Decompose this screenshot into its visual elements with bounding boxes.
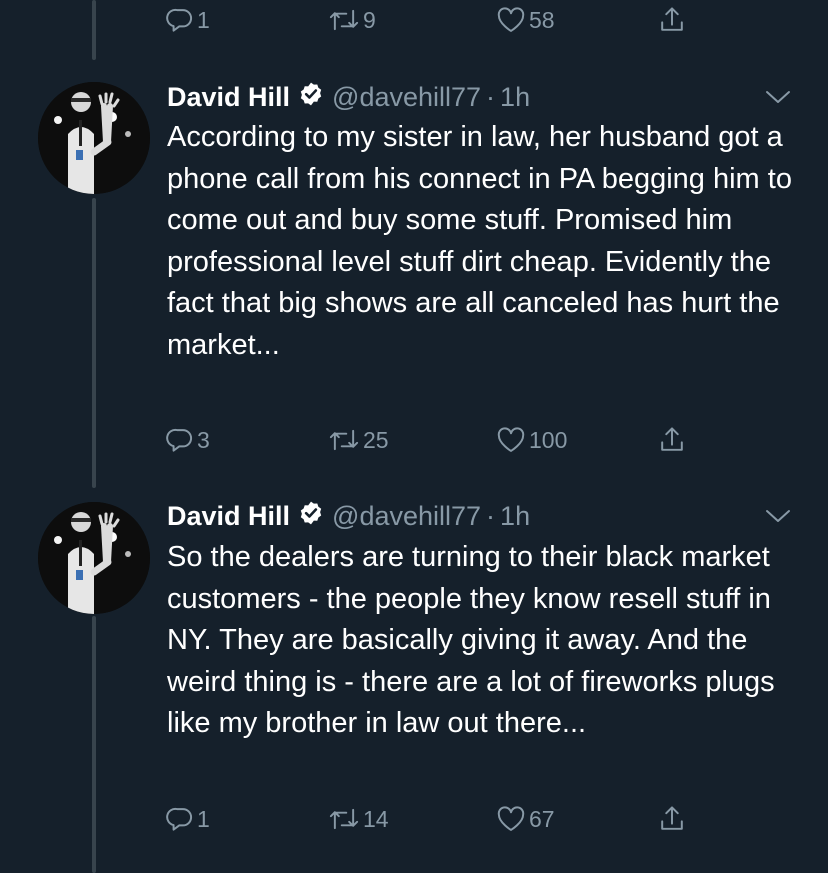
heart-icon bbox=[496, 805, 526, 833]
like-count: 67 bbox=[529, 805, 555, 832]
thread-line-top bbox=[92, 0, 96, 60]
like-button[interactable]: 67 bbox=[496, 799, 555, 839]
share-icon bbox=[658, 5, 686, 35]
share-button[interactable] bbox=[658, 420, 686, 460]
retweet-count: 25 bbox=[363, 426, 389, 453]
retweet-icon bbox=[328, 805, 360, 833]
chevron-down-icon bbox=[764, 91, 792, 111]
like-button[interactable]: 100 bbox=[496, 420, 567, 460]
reply-count: 1 bbox=[197, 805, 210, 832]
reply-button[interactable]: 3 bbox=[166, 420, 210, 460]
reply-button[interactable]: 1 bbox=[166, 0, 210, 40]
chevron-down-icon bbox=[764, 510, 792, 530]
timestamp[interactable]: 1h bbox=[500, 82, 530, 113]
tweet-menu-button[interactable] bbox=[764, 506, 792, 526]
avatar[interactable] bbox=[38, 502, 150, 614]
thread-line-bottom bbox=[92, 616, 96, 873]
tweet-actions: 3 25 100 bbox=[166, 420, 706, 460]
retweet-button[interactable]: 9 bbox=[328, 0, 376, 40]
heart-icon bbox=[496, 6, 526, 34]
author-name[interactable]: David Hill bbox=[167, 82, 290, 113]
like-count: 58 bbox=[529, 6, 555, 33]
tweet-text: So the dealers are turning to their blac… bbox=[167, 541, 775, 739]
tweet-header: David Hill @davehill77 · 1h bbox=[167, 80, 530, 114]
tweet-text: According to my sister in law, her husba… bbox=[167, 121, 792, 361]
retweet-button[interactable]: 25 bbox=[328, 420, 389, 460]
retweet-count: 9 bbox=[363, 6, 376, 33]
tweet-header: David Hill @davehill77 · 1h bbox=[167, 499, 530, 533]
reply-icon bbox=[166, 426, 194, 454]
author-name[interactable]: David Hill bbox=[167, 501, 290, 532]
heart-icon bbox=[496, 426, 526, 454]
share-icon bbox=[658, 804, 686, 834]
share-button[interactable] bbox=[658, 799, 686, 839]
reply-count: 3 bbox=[197, 426, 210, 453]
retweet-button[interactable]: 14 bbox=[328, 799, 389, 839]
retweet-icon bbox=[328, 6, 360, 34]
like-button[interactable]: 58 bbox=[496, 0, 555, 40]
separator: · bbox=[486, 500, 496, 531]
avatar[interactable] bbox=[38, 82, 150, 194]
like-count: 100 bbox=[529, 426, 568, 453]
separator: · bbox=[486, 81, 496, 112]
previous-tweet-actions: 1 9 58 bbox=[166, 0, 706, 40]
reply-button[interactable]: 1 bbox=[166, 799, 210, 839]
reply-count: 1 bbox=[197, 6, 210, 33]
retweet-count: 14 bbox=[363, 805, 389, 832]
share-icon bbox=[658, 425, 686, 455]
thread-line-middle bbox=[92, 198, 96, 488]
author-handle[interactable]: @davehill77 bbox=[332, 501, 481, 532]
reply-icon bbox=[166, 6, 194, 34]
retweet-icon bbox=[328, 426, 360, 454]
share-button[interactable] bbox=[658, 0, 686, 40]
reply-icon bbox=[166, 805, 194, 833]
verified-badge-icon bbox=[298, 500, 324, 533]
tweet-menu-button[interactable] bbox=[764, 87, 792, 107]
verified-badge-icon bbox=[298, 81, 324, 114]
author-handle[interactable]: @davehill77 bbox=[332, 82, 481, 113]
timestamp[interactable]: 1h bbox=[500, 501, 530, 532]
tweet-actions: 1 14 67 bbox=[166, 799, 706, 839]
